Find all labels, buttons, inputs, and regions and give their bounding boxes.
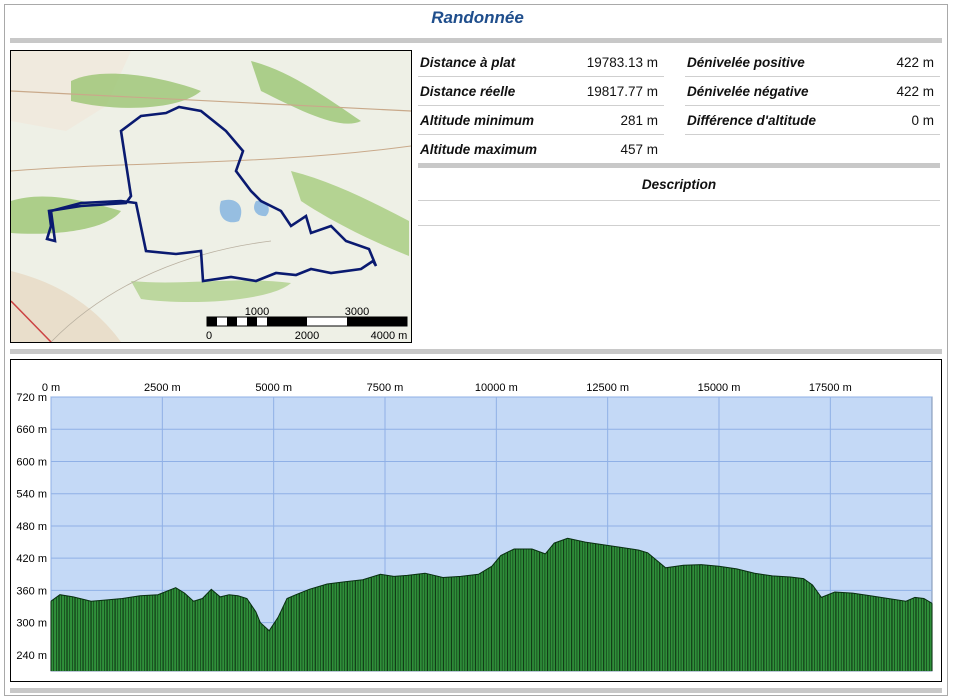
scale-label: 2000 xyxy=(295,330,319,342)
y-tick-label: 420 m xyxy=(16,553,47,565)
page-title: Randonnée xyxy=(431,8,524,27)
elevation-chart[interactable]: 0 m 2500 m 5000 m 7500 m 10000 m 12500 m 15000… xyxy=(10,359,942,682)
stat-row: Distance à plat 19783.13 m xyxy=(418,48,664,77)
x-tick-label: 7500 m xyxy=(367,382,404,394)
map-canvas: 1000 3000 0 2000 4000 m xyxy=(11,51,411,342)
stat-value: 19783.13 m xyxy=(586,55,658,70)
scale-label: 3000 xyxy=(345,306,369,318)
description-divider xyxy=(418,225,940,226)
description-divider xyxy=(418,200,940,201)
y-tick-label: 540 m xyxy=(16,489,47,501)
y-tick-label: 720 m xyxy=(16,392,47,404)
elevation-profile-svg: 0 m 2500 m 5000 m 7500 m 10000 m 12500 m 15000… xyxy=(16,382,933,672)
stat-label: Altitude maximum xyxy=(420,142,538,157)
x-tick-label: 17500 m xyxy=(809,382,852,394)
stat-label: Dénivelée positive xyxy=(687,55,805,70)
x-tick-label: 15000 m xyxy=(698,382,741,394)
y-tick-label: 240 m xyxy=(16,650,47,662)
x-tick-label: 12500 m xyxy=(586,382,629,394)
y-tick-label: 480 m xyxy=(16,521,47,533)
stat-label: Distance réelle xyxy=(420,84,516,99)
stat-label: Distance à plat xyxy=(420,55,516,70)
stat-row: Altitude maximum 457 m xyxy=(418,135,664,164)
stat-value: 19817.77 m xyxy=(586,84,658,99)
y-tick-label: 600 m xyxy=(16,456,47,468)
stats-separator xyxy=(418,163,940,168)
chart-separator xyxy=(10,349,942,354)
scale-label: 1000 xyxy=(245,306,269,318)
y-tick-label: 300 m xyxy=(16,618,47,630)
description-title: Description xyxy=(641,177,717,192)
scale-label: 0 xyxy=(206,330,212,342)
stat-row: Distance réelle 19817.77 m xyxy=(418,77,664,106)
stat-row: Différence d'altitude 0 m xyxy=(685,106,940,135)
scale-label: 4000 m xyxy=(371,330,408,342)
stat-value: 422 m xyxy=(896,55,934,70)
x-tick-label: 5000 m xyxy=(255,382,292,394)
stat-value: 281 m xyxy=(620,113,658,128)
y-tick-label: 660 m xyxy=(16,424,47,436)
route-map[interactable]: 1000 3000 0 2000 4000 m xyxy=(10,50,412,343)
stat-value: 422 m xyxy=(896,84,934,99)
title-separator xyxy=(10,38,942,43)
footer-separator xyxy=(10,688,942,693)
stat-label: Différence d'altitude xyxy=(687,113,816,128)
stat-value: 0 m xyxy=(911,113,934,128)
x-tick-label: 10000 m xyxy=(475,382,518,394)
stat-label: Altitude minimum xyxy=(420,113,534,128)
x-tick-label: 2500 m xyxy=(144,382,181,394)
y-tick-label: 360 m xyxy=(16,585,47,597)
stat-row: Dénivelée positive 422 m xyxy=(685,48,940,77)
stat-label: Dénivelée négative xyxy=(687,84,809,99)
stat-row: Dénivelée négative 422 m xyxy=(685,77,940,106)
stat-row: Altitude minimum 281 m xyxy=(418,106,664,135)
stat-value: 457 m xyxy=(620,142,658,157)
